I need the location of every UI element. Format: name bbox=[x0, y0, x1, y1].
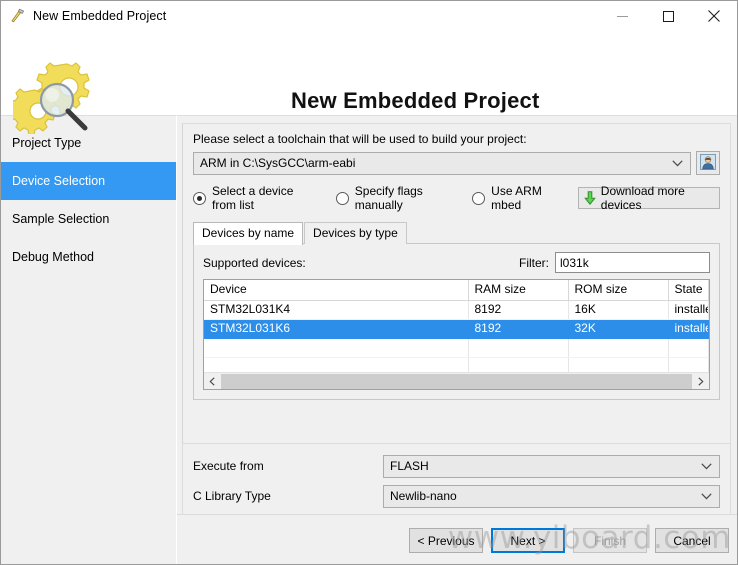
execute-from-select[interactable]: FLASH bbox=[383, 454, 720, 478]
cell-device: STM32L031K6 bbox=[204, 319, 469, 339]
sidebar-item-sample-selection[interactable]: Sample Selection bbox=[1, 200, 176, 238]
execute-from-row: Execute from FLASH bbox=[193, 453, 720, 479]
scroll-right-icon[interactable] bbox=[692, 373, 709, 390]
toolchain-selected-value: ARM in C:\SysGCC\arm-eabi bbox=[200, 156, 356, 170]
tab-devices-by-type[interactable]: Devices by type bbox=[304, 222, 407, 244]
tab-label: Devices by type bbox=[313, 226, 398, 240]
c-library-type-row: C Library Type Newlib-nano bbox=[193, 483, 720, 509]
close-icon[interactable] bbox=[691, 1, 737, 32]
c-library-type-label: C Library Type bbox=[193, 489, 271, 503]
dialog-body: Project Type Device Selection Sample Sel… bbox=[1, 115, 737, 564]
radio-label: Specify flags manually bbox=[354, 184, 423, 212]
cell-rom: 32K bbox=[568, 319, 669, 339]
radio-indicator bbox=[193, 191, 206, 205]
chevron-down-icon bbox=[701, 489, 712, 503]
download-button-label: Download more devices bbox=[600, 184, 685, 212]
cancel-button[interactable]: Cancel bbox=[655, 528, 729, 553]
execute-from-value: FLASH bbox=[390, 459, 429, 473]
radio-specify-flags-manually[interactable]: Specify flags manually bbox=[335, 184, 456, 212]
filter-row: Supported devices: Filter: l031k bbox=[203, 252, 710, 273]
radio-select-device-from-list[interactable]: Select a device from list bbox=[193, 184, 320, 212]
window-title: New Embedded Project bbox=[33, 9, 167, 23]
minimize-icon[interactable] bbox=[599, 1, 645, 32]
execute-from-label: Execute from bbox=[193, 459, 264, 473]
toolchain-select[interactable]: ARM in C:\SysGCC\arm-eabi bbox=[193, 151, 691, 175]
radio-indicator bbox=[335, 191, 349, 205]
column-header-device[interactable]: Device bbox=[204, 280, 469, 301]
finish-button-label: Finish bbox=[593, 533, 626, 548]
header-banner: New Embedded Project bbox=[1, 32, 737, 136]
chevron-down-icon bbox=[701, 459, 712, 473]
device-source-options: Select a device from list Specify flags … bbox=[193, 184, 720, 212]
tab-label: Devices by name bbox=[202, 226, 295, 240]
filter-input[interactable]: l031k bbox=[555, 252, 710, 273]
device-view-tabs: Devices by name Devices by type bbox=[193, 222, 720, 245]
scroll-left-icon[interactable] bbox=[204, 373, 221, 390]
table-row-empty bbox=[204, 338, 709, 358]
new-embedded-project-window: New Embedded Project New Embedded Projec… bbox=[0, 0, 738, 565]
sidebar-item-debug-method[interactable]: Debug Method bbox=[1, 238, 176, 276]
column-header-rom-size[interactable]: ROM size bbox=[568, 280, 669, 301]
sidebar-item-label: Device Selection bbox=[12, 174, 106, 188]
column-header-state[interactable]: State bbox=[668, 280, 709, 301]
gears-magnifier-icon bbox=[7, 60, 105, 136]
tab-devices-by-name[interactable]: Devices by name bbox=[193, 222, 304, 245]
table-header-row: Device RAM size ROM size State bbox=[204, 280, 709, 301]
table-row[interactable]: STM32L031K6 8192 32K installed bbox=[204, 319, 709, 339]
previous-button[interactable]: < Previous bbox=[409, 528, 483, 553]
c-library-type-select[interactable]: Newlib-nano bbox=[383, 484, 720, 508]
sidebar-item-device-selection[interactable]: Device Selection bbox=[1, 162, 176, 200]
user-icon bbox=[700, 153, 716, 173]
radio-label: Use ARM mbed bbox=[491, 184, 542, 212]
cell-ram: 8192 bbox=[468, 300, 569, 320]
main-panel: Please select a toolchain that will be u… bbox=[177, 115, 737, 564]
download-arrow-icon bbox=[583, 191, 596, 205]
table-row[interactable]: STM32L031K4 8192 16K installed bbox=[204, 300, 709, 320]
window-controls bbox=[599, 1, 737, 32]
supported-devices-label: Supported devices: bbox=[203, 255, 306, 270]
cell-rom: 16K bbox=[568, 300, 669, 320]
chevron-down-icon bbox=[672, 156, 683, 170]
sidebar-item-label: Sample Selection bbox=[12, 212, 110, 226]
manage-toolchains-button[interactable] bbox=[696, 151, 720, 175]
finish-button: Finish bbox=[573, 528, 647, 553]
column-header-ram-size[interactable]: RAM size bbox=[468, 280, 569, 301]
toolchain-prompt: Please select a toolchain that will be u… bbox=[193, 132, 527, 146]
grid-horizontal-scrollbar[interactable] bbox=[204, 372, 709, 389]
next-button[interactable]: Next > bbox=[491, 528, 565, 553]
filter-value: l031k bbox=[560, 255, 589, 270]
c-library-type-value: Newlib-nano bbox=[390, 489, 457, 503]
radio-indicator bbox=[472, 191, 486, 205]
page-title: New Embedded Project bbox=[291, 88, 540, 113]
dialog-footer: < Previous Next > Finish Cancel bbox=[177, 514, 737, 564]
hammer-icon bbox=[10, 8, 26, 24]
scrollbar-thumb[interactable] bbox=[221, 373, 692, 389]
cell-state: installed bbox=[668, 319, 709, 339]
download-more-devices-button[interactable]: Download more devices bbox=[577, 184, 720, 212]
cancel-button-label: Cancel bbox=[673, 533, 711, 548]
sidebar-item-label: Project Type bbox=[12, 136, 82, 150]
footer-buttons: < Previous Next > Finish Cancel bbox=[401, 528, 729, 553]
previous-button-label: < Previous bbox=[417, 533, 475, 548]
next-button-label: Next > bbox=[510, 533, 546, 548]
sidebar-item-label: Debug Method bbox=[12, 250, 95, 264]
radio-label: Select a device from list bbox=[212, 184, 294, 212]
wizard-steps-sidebar: Project Type Device Selection Sample Sel… bbox=[1, 115, 177, 564]
device-table: Device RAM size ROM size State STM32L031… bbox=[204, 280, 709, 377]
maximize-icon[interactable] bbox=[645, 1, 691, 32]
radio-use-arm-mbed[interactable]: Use ARM mbed bbox=[472, 184, 562, 212]
filter-label: Filter: bbox=[519, 255, 549, 270]
devices-tab-panel: Supported devices: Filter: l031k Device bbox=[193, 243, 720, 400]
supported-devices-grid[interactable]: Device RAM size ROM size State STM32L031… bbox=[203, 279, 710, 390]
cell-state: installed bbox=[668, 300, 709, 320]
cell-device: STM32L031K4 bbox=[204, 300, 469, 320]
title-bar: New Embedded Project bbox=[1, 1, 737, 32]
cell-ram: 8192 bbox=[468, 319, 569, 339]
